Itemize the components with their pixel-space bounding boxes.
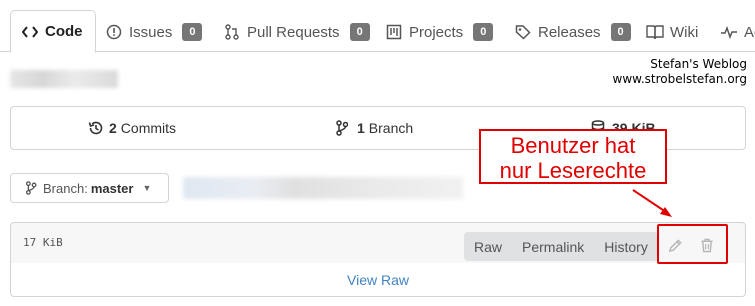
releases-count-badge: 0 (610, 23, 631, 41)
book-icon (646, 23, 664, 41)
tab-code[interactable]: Code (10, 10, 96, 53)
tab-label: Projects (409, 23, 464, 41)
permalink-button[interactable]: Permalink (512, 232, 594, 261)
projects-count-badge: 0 (473, 23, 494, 41)
caret-down-icon: ▼ (142, 183, 152, 193)
branches-stat[interactable]: 1 Branch (336, 107, 413, 149)
history-button[interactable]: History (594, 232, 658, 261)
pull-request-icon (223, 23, 241, 41)
project-icon (385, 23, 403, 41)
branch-icon (336, 120, 352, 136)
branches-label: Branch (368, 120, 414, 136)
annotation-line1: Benutzer hat (510, 133, 636, 158)
tag-icon (514, 23, 532, 41)
tab-label: Wiki (670, 23, 699, 41)
tab-pull-requests[interactable]: Pull Requests 0 (223, 12, 370, 52)
commits-count: 2 (109, 120, 117, 136)
commits-stat[interactable]: 2 Commits (88, 107, 176, 149)
branch-selector-button[interactable]: Branch: master ▼ (10, 173, 169, 203)
code-icon (21, 23, 39, 41)
watermark-line1: Stefan's Weblog (650, 57, 747, 71)
watermark-line2: www.strobelstefan.org (612, 72, 747, 86)
branch-name: master (90, 180, 134, 196)
view-raw-link[interactable]: View Raw (11, 272, 745, 288)
tab-projects[interactable]: Projects 0 (385, 12, 494, 52)
tab-label: Code (45, 23, 83, 40)
annotation-callout: Benutzer hat nur Leserechte (479, 129, 667, 184)
blurred-repo-description (10, 70, 118, 88)
repo-tabs: Code Issues 0 Pull Requests 0 Projects 0… (0, 0, 755, 53)
pulse-icon (720, 23, 738, 41)
issue-icon (105, 23, 123, 41)
file-content-area: View Raw (10, 263, 746, 297)
annotation-highlight-box (657, 224, 728, 264)
tab-releases[interactable]: Releases 0 (514, 12, 631, 52)
tab-label: Pull Requests (247, 23, 340, 41)
annotation-line2: nur Leserechte (499, 158, 647, 183)
history-icon (88, 120, 104, 136)
branch-icon (25, 181, 37, 195)
branch-prefix: Branch: (43, 180, 88, 196)
blurred-file-path (183, 177, 463, 199)
commits-label: Commits (120, 120, 177, 136)
file-header: 17 KiB Raw Permalink History (10, 222, 746, 264)
watermark: Stefan's Weblog www.strobelstefan.org (613, 57, 747, 87)
pull-requests-count-badge: 0 (349, 23, 370, 41)
file-size: 17 KiB (23, 236, 63, 249)
tab-activity[interactable]: Ac (720, 12, 755, 52)
branches-count: 1 (357, 120, 365, 136)
tab-label: Ac (744, 23, 755, 41)
tab-issues[interactable]: Issues 0 (105, 12, 203, 52)
file-action-buttons: Raw Permalink History (464, 232, 658, 261)
tab-label: Releases (538, 23, 601, 41)
tab-label: Issues (129, 23, 173, 41)
tab-wiki[interactable]: Wiki (646, 12, 698, 52)
raw-button[interactable]: Raw (464, 232, 512, 261)
issues-count-badge: 0 (182, 23, 203, 41)
